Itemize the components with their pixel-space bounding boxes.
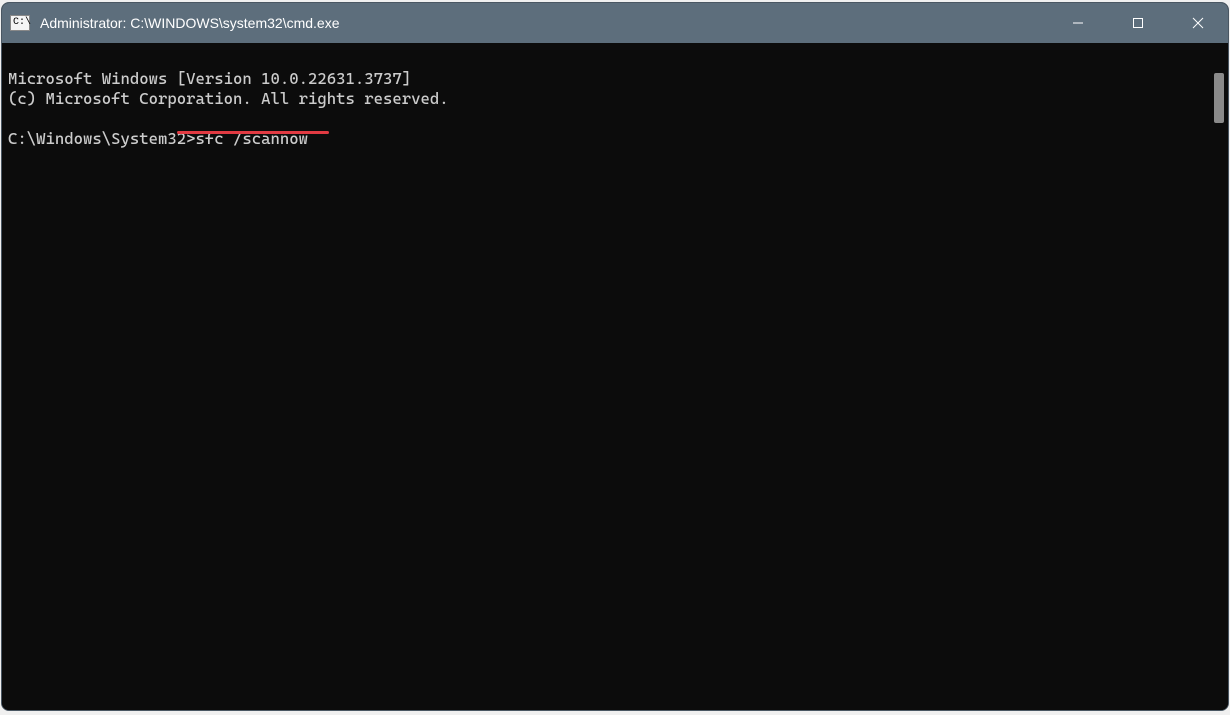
scrollbar-track[interactable]: [1210, 43, 1228, 710]
terminal-output[interactable]: Microsoft Windows [Version 10.0.22631.37…: [2, 43, 1210, 710]
minimize-button[interactable]: [1048, 3, 1108, 43]
window-controls: [1048, 3, 1228, 43]
maximize-icon: [1132, 17, 1144, 29]
titlebar-left: C:\ Administrator: C:\WINDOWS\system32\c…: [10, 15, 340, 31]
maximize-button[interactable]: [1108, 3, 1168, 43]
close-icon: [1192, 17, 1204, 29]
output-line-copyright: (c) Microsoft Corporation. All rights re…: [8, 89, 449, 108]
client-area: Microsoft Windows [Version 10.0.22631.37…: [2, 43, 1228, 710]
window-title: Administrator: C:\WINDOWS\system32\cmd.e…: [40, 15, 340, 31]
prompt-path: C:\Windows\System32>: [8, 129, 196, 148]
titlebar[interactable]: C:\ Administrator: C:\WINDOWS\system32\c…: [2, 3, 1228, 43]
scrollbar-thumb[interactable]: [1214, 73, 1224, 123]
app-window: C:\ Administrator: C:\WINDOWS\system32\c…: [1, 2, 1229, 711]
minimize-icon: [1072, 17, 1084, 29]
underline-annotation: [177, 131, 329, 134]
close-button[interactable]: [1168, 3, 1228, 43]
cmd-icon: C:\: [10, 15, 30, 31]
output-line-version: Microsoft Windows [Version 10.0.22631.37…: [8, 69, 411, 88]
